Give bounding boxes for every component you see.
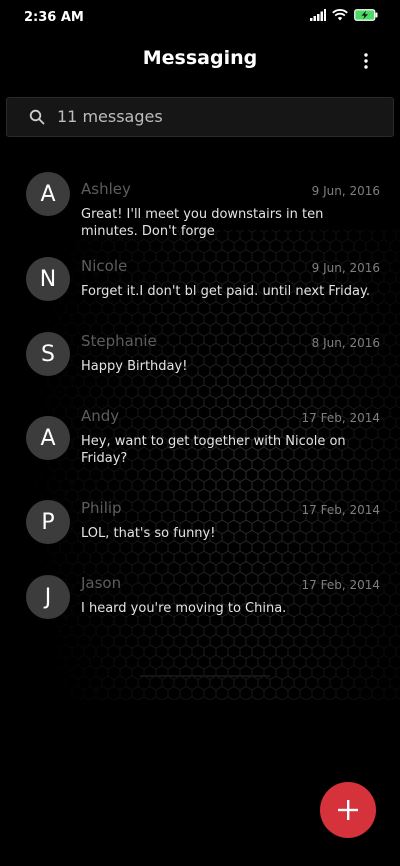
message-date: 9 Jun, 2016 xyxy=(311,184,380,198)
list-item[interactable]: P Philip 17 Feb, 2014 LOL, that's so fun… xyxy=(0,499,400,559)
message-date: 17 Feb, 2014 xyxy=(301,578,381,592)
sender-name: Nicole xyxy=(81,257,128,275)
message-preview: LOL, that's so funny! xyxy=(81,526,216,541)
avatar: A xyxy=(26,416,70,460)
status-time: 2:36 AM xyxy=(24,10,84,25)
search-input-text: 11 messages xyxy=(57,107,163,126)
avatar: A xyxy=(26,172,70,216)
list-item[interactable]: A Andy 17 Feb, 2014 Hey, want to get tog… xyxy=(0,406,400,476)
overflow-menu-button[interactable] xyxy=(354,48,378,74)
more-vertical-icon xyxy=(364,53,368,69)
avatar: J xyxy=(26,575,70,619)
message-preview: Happy Birthday! xyxy=(81,359,188,374)
message-preview: Great! I'll meet you downstairs in ten m… xyxy=(81,207,324,239)
search-icon xyxy=(29,109,45,125)
message-date: 17 Feb, 2014 xyxy=(301,503,381,517)
message-preview: I heard you're moving to China. xyxy=(81,601,287,616)
avatar: P xyxy=(26,500,70,544)
divider xyxy=(140,675,270,677)
signal-icon xyxy=(310,9,326,21)
avatar: N xyxy=(26,257,70,301)
sender-name: Jason xyxy=(81,574,122,592)
new-message-button[interactable] xyxy=(320,782,376,838)
message-date: 9 Jun, 2016 xyxy=(311,261,380,275)
app-bar: Messaging xyxy=(0,36,400,86)
list-item[interactable]: N Nicole 9 Jun, 2016 Forget it.I don't b… xyxy=(0,253,400,313)
page-title: Messaging xyxy=(142,47,258,69)
list-item[interactable]: S Stephanie 8 Jun, 2016 Happy Birthday! xyxy=(0,331,400,391)
sender-name: Andy xyxy=(81,407,120,425)
message-date: 17 Feb, 2014 xyxy=(301,411,381,425)
sender-name: Philip xyxy=(81,499,122,517)
battery-charging-icon xyxy=(354,9,378,21)
search-bar[interactable]: 11 messages xyxy=(6,97,394,137)
status-icons xyxy=(310,9,378,21)
avatar: S xyxy=(26,332,70,376)
list-item[interactable]: A Ashley 9 Jun, 2016 Great! I'll meet yo… xyxy=(0,166,400,239)
status-bar: 2:36 AM xyxy=(0,0,400,36)
wifi-icon xyxy=(332,9,348,21)
message-preview: Forget it.I don't bl get paid. until nex… xyxy=(81,284,370,299)
message-preview: Hey, want to get together with Nicole on… xyxy=(81,434,346,466)
sender-name: Stephanie xyxy=(81,332,157,350)
plus-icon xyxy=(338,800,358,820)
sender-name: Ashley xyxy=(81,180,131,198)
list-item[interactable]: J Jason 17 Feb, 2014 I heard you're movi… xyxy=(0,574,400,635)
message-date: 8 Jun, 2016 xyxy=(311,336,380,350)
